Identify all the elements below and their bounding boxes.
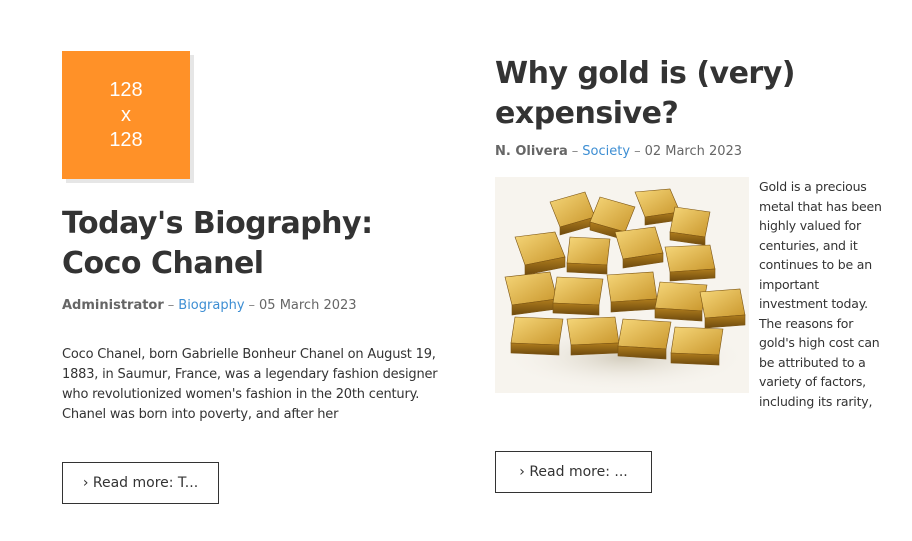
- read-more-button[interactable]: › Read more: T...: [62, 462, 219, 504]
- article-thumbnail-placeholder[interactable]: 128 x 128: [62, 51, 190, 179]
- meta-separator: –: [571, 144, 579, 159]
- article-card: Why gold is (very) expensive? N. Olivera…: [495, 54, 895, 493]
- article-meta: N. Olivera – Society –02 March 2023: [495, 142, 895, 162]
- article-card: 128 x 128 Today's Biography: Coco Chanel…: [62, 51, 462, 504]
- thumbnail-text-line: 128: [109, 78, 143, 101]
- article-category-link[interactable]: Biography: [178, 298, 244, 313]
- gold-bars-illustration: [495, 177, 749, 393]
- meta-separator: –: [634, 144, 641, 159]
- article-date: 05 March 2023: [259, 298, 357, 313]
- article-author: N. Olivera: [495, 144, 568, 159]
- article-title[interactable]: Why gold is (very) expensive?: [495, 54, 796, 134]
- meta-separator: –: [248, 298, 256, 313]
- meta-separator: –: [167, 298, 175, 313]
- article-excerpt: Coco Chanel, born Gabrielle Bonheur Chan…: [62, 347, 438, 422]
- thumbnail-text-line: 128: [109, 128, 143, 151]
- article-author: Administrator: [62, 298, 164, 313]
- article-excerpt: Gold is a precious metal that has been h…: [759, 179, 882, 409]
- read-more-button[interactable]: › Read more: ...: [495, 450, 652, 493]
- thumbnail-text-line: x: [121, 103, 131, 126]
- article-title[interactable]: Today's Biography: Coco Chanel: [62, 204, 442, 284]
- article-meta: Administrator – Biography –05 March 2023: [62, 296, 462, 316]
- gold-bars-image[interactable]: [495, 177, 749, 393]
- article-date: 02 March 2023: [644, 144, 743, 159]
- article-category-link[interactable]: Society: [582, 144, 630, 159]
- article-body: Gold is a precious metal that has been h…: [495, 177, 895, 424]
- blog-listing: 128 x 128 Today's Biography: Coco Chanel…: [0, 0, 912, 541]
